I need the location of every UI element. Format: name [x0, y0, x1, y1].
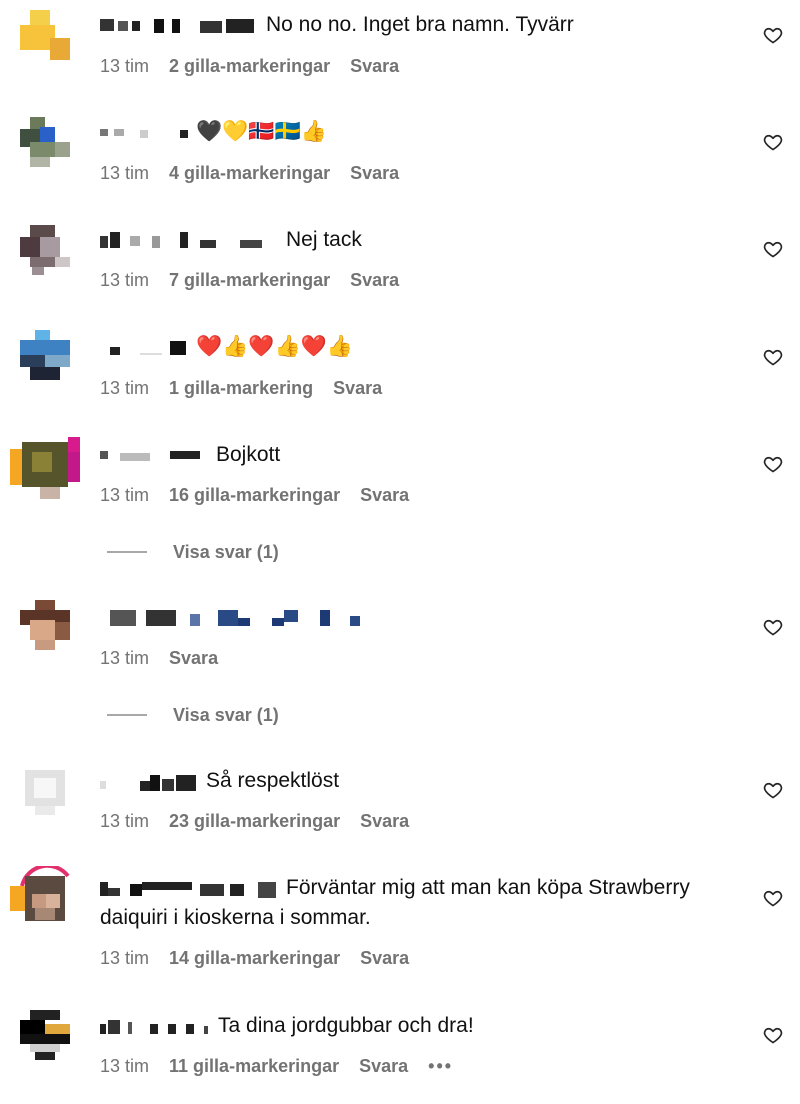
comment-time: 13 tim	[100, 947, 150, 968]
username-pixelated[interactable]	[100, 606, 370, 630]
likes-count[interactable]: 16 gilla-markeringar	[169, 485, 340, 506]
replies-divider-line	[107, 551, 147, 553]
comment-text-row	[100, 603, 740, 633]
comment-text-row: Nej tack	[100, 225, 740, 255]
comment-meta: 13 tim 2 gilla-markeringar Svara	[100, 54, 399, 78]
avatar[interactable]	[20, 765, 70, 815]
comment-meta: 13 tim Svara	[100, 646, 218, 670]
comment-meta: 13 tim 11 gilla-markeringar Svara •••	[100, 1054, 453, 1078]
reply-button[interactable]: Svara	[350, 270, 399, 291]
comment-meta: 13 tim 4 gilla-markeringar Svara	[100, 161, 399, 185]
username-pixelated[interactable]	[100, 337, 190, 357]
likes-count[interactable]: 14 gilla-markeringar	[169, 948, 340, 969]
avatar[interactable]	[20, 600, 70, 650]
username-pixelated[interactable]	[100, 445, 210, 465]
heart-icon[interactable]	[763, 347, 783, 367]
reply-button[interactable]: Svara	[350, 163, 399, 184]
avatar[interactable]	[10, 866, 80, 930]
username-pixelated[interactable]	[100, 230, 280, 250]
more-options-icon[interactable]: •••	[428, 1056, 453, 1077]
comment-meta: 13 tim 1 gilla-markering Svara	[100, 376, 382, 400]
reply-button[interactable]: Svara	[360, 948, 409, 969]
heart-icon[interactable]	[763, 780, 783, 800]
reply-button[interactable]: Svara	[333, 378, 382, 399]
comment-meta: 13 tim 23 gilla-markeringar Svara	[100, 809, 409, 833]
avatar[interactable]	[20, 117, 70, 167]
comment-text-row: Så respektlöst	[100, 766, 740, 796]
reply-button[interactable]: Svara	[169, 648, 218, 669]
view-replies-button[interactable]: Visa svar (1)	[107, 540, 279, 564]
comment-time: 13 tim	[100, 269, 150, 290]
comment-text-row: No no no. Inget bra namn. Tyvärr	[100, 10, 740, 40]
likes-count[interactable]: 1 gilla-markering	[169, 378, 313, 399]
comment-text-row: Bojkott	[100, 440, 740, 470]
view-replies-label: Visa svar (1)	[173, 541, 279, 562]
comment-meta: 13 tim 7 gilla-markeringar Svara	[100, 268, 399, 292]
comment-meta: 13 tim 16 gilla-markeringar Svara	[100, 483, 409, 507]
comment-text: Bojkott	[216, 443, 281, 466]
replies-divider-line	[107, 714, 147, 716]
heart-icon[interactable]	[763, 25, 783, 45]
comment-time: 13 tim	[100, 1055, 150, 1076]
avatar[interactable]	[20, 330, 70, 380]
comment-text: Så respektlöst	[206, 769, 340, 792]
heart-icon[interactable]	[763, 617, 783, 637]
username-pixelated[interactable]	[100, 15, 260, 35]
comment-text: Ta dina jordgubbar och dra!	[218, 1014, 474, 1037]
comment-time: 13 tim	[100, 377, 150, 398]
heart-icon[interactable]	[763, 1025, 783, 1045]
avatar[interactable]	[20, 1010, 70, 1060]
avatar[interactable]	[20, 225, 70, 275]
comment-time: 13 tim	[100, 162, 150, 183]
comment-time: 13 tim	[100, 647, 150, 668]
comment-text: ❤️👍❤️👍❤️👍	[196, 335, 353, 358]
username-pixelated[interactable]	[100, 122, 190, 142]
comment-text-row: Ta dina jordgubbar och dra!	[100, 1011, 740, 1041]
comment-meta: 13 tim 14 gilla-markeringar Svara	[100, 946, 409, 970]
username-pixelated[interactable]	[100, 771, 200, 792]
heart-icon[interactable]	[763, 132, 783, 152]
comment-text: No no no. Inget bra namn. Tyvärr	[266, 13, 574, 36]
heart-icon[interactable]	[763, 454, 783, 474]
reply-button[interactable]: Svara	[359, 1056, 408, 1077]
comment-text-row: Förväntar mig att man kan köpa Strawberr…	[100, 873, 740, 933]
heart-icon[interactable]	[763, 239, 783, 259]
avatar[interactable]	[10, 437, 80, 499]
comment-text: Nej tack	[286, 228, 362, 251]
likes-count[interactable]: 11 gilla-markeringar	[169, 1056, 339, 1077]
reply-button[interactable]: Svara	[360, 485, 409, 506]
likes-count[interactable]: 23 gilla-markeringar	[169, 811, 340, 832]
view-replies-button[interactable]: Visa svar (1)	[107, 703, 279, 727]
username-pixelated[interactable]	[100, 878, 280, 899]
likes-count[interactable]: 2 gilla-markeringar	[169, 56, 330, 77]
comment-time: 13 tim	[100, 55, 150, 76]
comment-text: 🖤💛🇳🇴🇸🇪👍	[196, 120, 327, 143]
heart-icon[interactable]	[763, 888, 783, 908]
username-pixelated[interactable]	[100, 1016, 212, 1036]
comment-time: 13 tim	[100, 810, 150, 831]
comment-text-row: 🖤💛🇳🇴🇸🇪👍	[100, 117, 740, 147]
reply-button[interactable]: Svara	[350, 56, 399, 77]
reply-button[interactable]: Svara	[360, 811, 409, 832]
likes-count[interactable]: 7 gilla-markeringar	[169, 270, 330, 291]
avatar[interactable]	[20, 10, 70, 60]
likes-count[interactable]: 4 gilla-markeringar	[169, 163, 330, 184]
comment-time: 13 tim	[100, 484, 150, 505]
view-replies-label: Visa svar (1)	[173, 704, 279, 725]
comment-text-row: ❤️👍❤️👍❤️👍	[100, 332, 740, 362]
